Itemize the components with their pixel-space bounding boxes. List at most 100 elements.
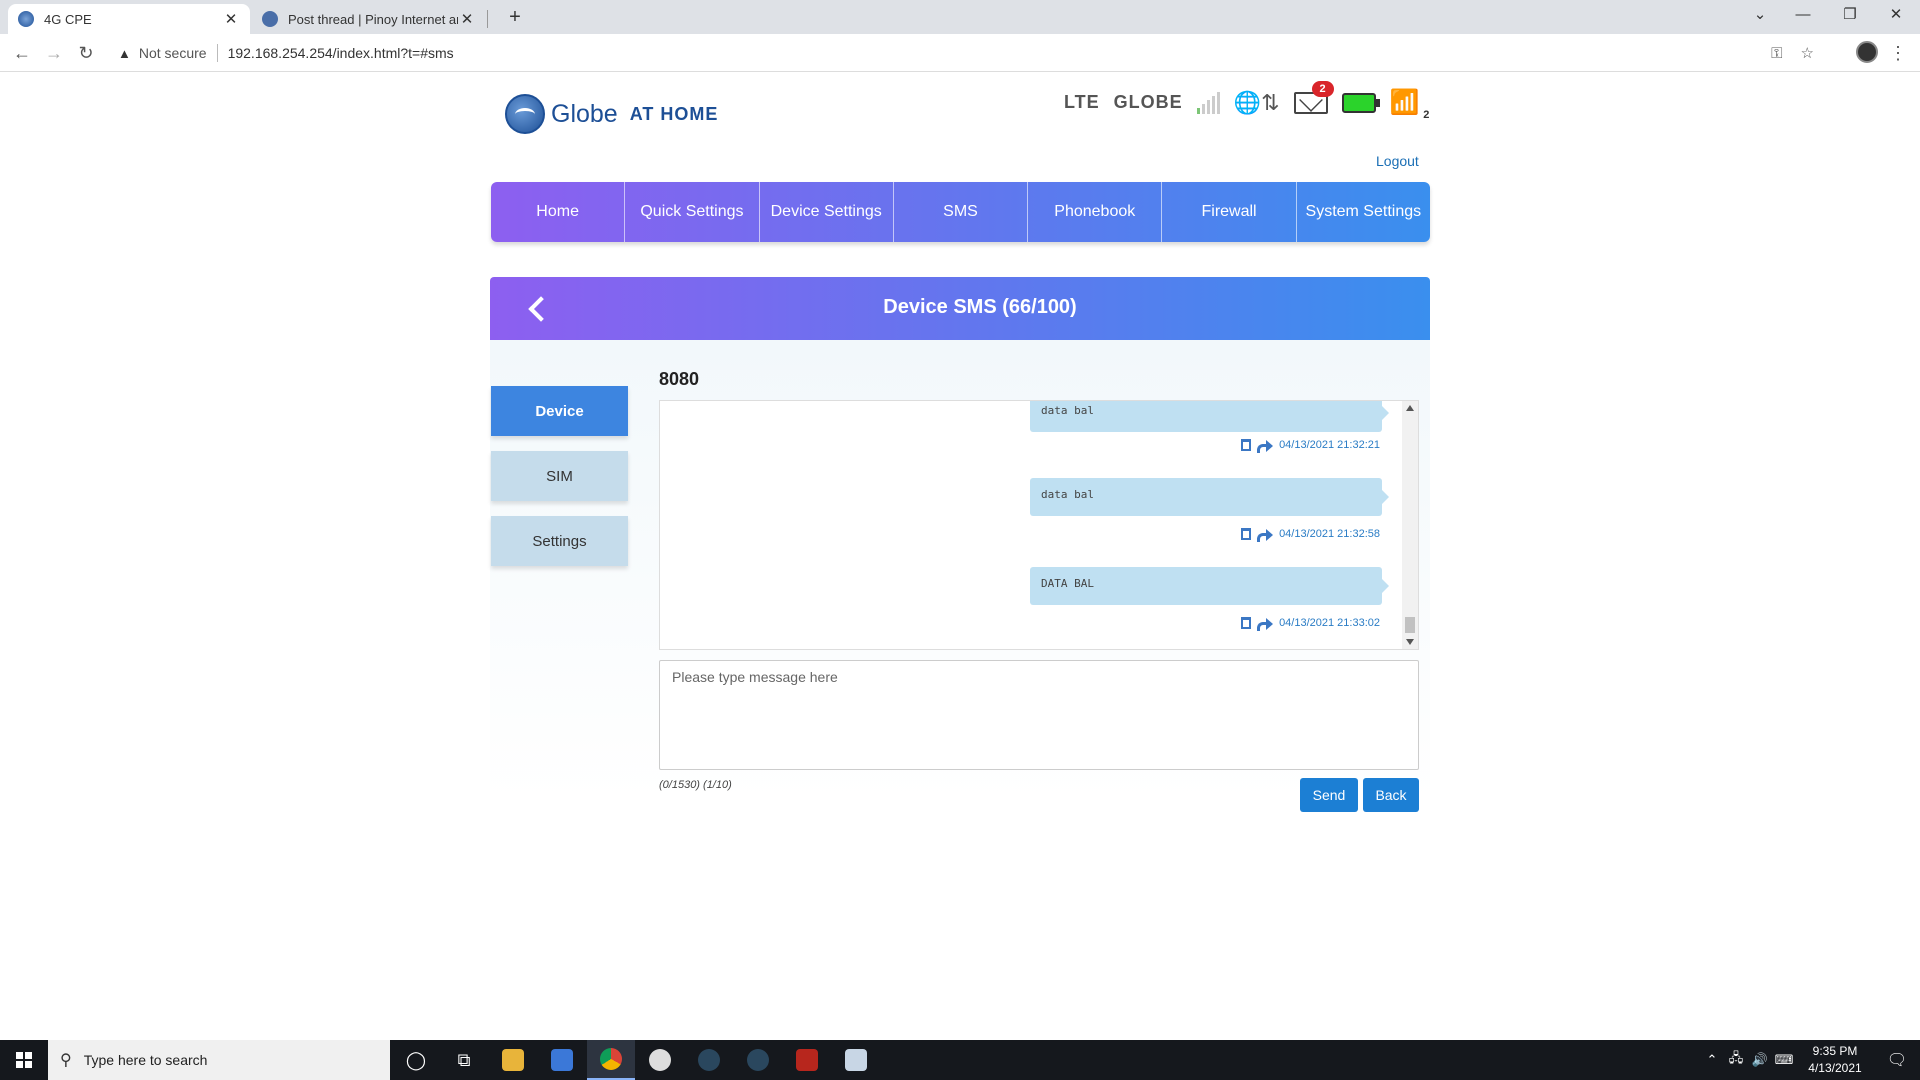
- profile-avatar[interactable]: [1856, 41, 1878, 63]
- chevron-up-icon[interactable]: ⌃: [1700, 1052, 1724, 1068]
- forward-arrow-icon[interactable]: →: [40, 40, 68, 66]
- message-timestamp: 04/13/2021 21:32:58: [1279, 528, 1380, 540]
- cortana-icon[interactable]: ◯: [392, 1040, 440, 1080]
- minimize-icon[interactable]: —: [1780, 0, 1826, 30]
- scroll-up-icon[interactable]: [1406, 405, 1414, 411]
- globe-favicon-icon: [18, 11, 34, 27]
- scroll-down-icon[interactable]: [1406, 639, 1414, 645]
- back-button[interactable]: Back: [1363, 778, 1419, 812]
- network-type: LTE: [1064, 92, 1100, 112]
- keyboard-icon[interactable]: ⌨: [1772, 1052, 1796, 1068]
- app-icon[interactable]: [832, 1040, 880, 1080]
- security-label: Not secure: [138, 45, 207, 61]
- conversation-scrollbar[interactable]: [1402, 401, 1418, 649]
- system-tray: ⌃ 🖧 🔊 ⌨ 9:35 PM 4/13/2021 🗨: [1700, 1040, 1920, 1080]
- new-tab-button[interactable]: +: [500, 4, 530, 30]
- unread-badge: 2: [1311, 80, 1334, 97]
- panel-title: Device SMS (66/100): [883, 296, 1077, 318]
- forward-icon[interactable]: [1257, 618, 1274, 631]
- nav-home[interactable]: Home: [491, 182, 626, 242]
- reload-icon[interactable]: ↻: [72, 40, 100, 66]
- network-icon[interactable]: 🖧: [1724, 1049, 1748, 1071]
- sms-panel-header: Device SMS (66/100): [490, 277, 1430, 340]
- send-button[interactable]: Send: [1300, 778, 1358, 812]
- nav-sms[interactable]: SMS: [894, 182, 1029, 242]
- message-meta: 04/13/2021 21:33:02: [1220, 617, 1380, 631]
- logo-subtext: AT HOME: [629, 103, 719, 124]
- search-placeholder: Type here to search: [83, 1052, 208, 1068]
- signal-strength-icon: [1196, 91, 1220, 114]
- task-view-icon[interactable]: ⧉: [440, 1040, 488, 1080]
- globe-at-home-logo: Globe AT HOME: [505, 94, 718, 134]
- notification-icon[interactable]: 🗨: [1874, 1050, 1920, 1070]
- close-window-icon[interactable]: ✕: [1873, 0, 1919, 30]
- steam-icon[interactable]: [734, 1040, 782, 1080]
- globe-logo-icon: [505, 94, 545, 134]
- main-nav: Home Quick Settings Device Settings SMS …: [491, 182, 1430, 242]
- browser-tab-bar: 4G CPE ✕ Post thread | Pinoy Internet an…: [0, 0, 1920, 34]
- windows-taskbar: ⚲ Type here to search ◯ ⧉ ⌃ 🖧 🔊 ⌨ 9:35 P…: [0, 1040, 1920, 1080]
- restore-icon[interactable]: ❐: [1827, 0, 1873, 30]
- conversation-contact: 8080: [659, 369, 700, 389]
- message-meta: 04/13/2021 21:32:58: [1220, 528, 1380, 542]
- nav-quick-settings[interactable]: Quick Settings: [625, 182, 760, 242]
- status-bar: LTE GLOBE 🌐⇅ 2 📶 2: [1064, 80, 1430, 121]
- wifi-client-count: 2: [1423, 109, 1430, 121]
- message-input[interactable]: [659, 660, 1419, 770]
- clock-date: 4/13/2021: [1808, 1061, 1862, 1075]
- volume-icon[interactable]: 🔊: [1748, 1052, 1772, 1068]
- nav-system-settings[interactable]: System Settings: [1297, 182, 1430, 242]
- start-button[interactable]: [0, 1040, 48, 1080]
- message-bubble: DATA BAL: [1030, 567, 1389, 605]
- url-text: 192.168.254.254/index.html?t=#sms: [227, 45, 454, 61]
- file-explorer-icon[interactable]: [489, 1040, 537, 1080]
- app-icon[interactable]: [538, 1040, 586, 1080]
- chrome-icon[interactable]: [587, 1040, 635, 1080]
- pinoy-favicon-icon: [262, 11, 278, 27]
- tab-post-thread[interactable]: Post thread | Pinoy Internet and T ✕: [252, 4, 486, 34]
- message-meta: 04/13/2021 21:32:21: [1220, 439, 1380, 453]
- taskbar-search[interactable]: ⚲ Type here to search: [48, 1040, 390, 1080]
- star-bookmark-icon[interactable]: ☆: [1801, 44, 1814, 62]
- nav-phonebook[interactable]: Phonebook: [1028, 182, 1163, 242]
- carrier-name: GLOBE: [1113, 92, 1183, 112]
- logo-text: Globe: [551, 99, 618, 128]
- scroll-thumb[interactable]: [1405, 617, 1415, 633]
- steam-icon[interactable]: [685, 1040, 733, 1080]
- logout-link[interactable]: Logout: [1376, 153, 1419, 169]
- tab-title: Post thread | Pinoy Internet and T: [288, 11, 458, 27]
- trash-icon[interactable]: [1241, 617, 1252, 629]
- browser-menu-icon[interactable]: ⋮: [1888, 40, 1908, 66]
- clock[interactable]: 9:35 PM 4/13/2021: [1796, 1043, 1874, 1077]
- trash-icon[interactable]: [1241, 439, 1252, 451]
- nav-device-settings[interactable]: Device Settings: [760, 182, 894, 242]
- side-item-device[interactable]: Device: [491, 386, 628, 436]
- sms-mail-icon[interactable]: 2: [1293, 80, 1334, 114]
- wifi-icon: 📶 2: [1389, 89, 1430, 121]
- conversation-thread[interactable]: data bal 04/13/2021 21:32:21 data bal 04…: [659, 400, 1419, 650]
- side-item-settings[interactable]: Settings: [491, 516, 628, 566]
- forward-icon[interactable]: [1257, 440, 1274, 453]
- key-icon[interactable]: ⚿: [1771, 45, 1782, 62]
- nav-firewall[interactable]: Firewall: [1162, 182, 1297, 242]
- message-bubble: data bal: [1030, 478, 1389, 516]
- message-timestamp: 04/13/2021 21:33:02: [1279, 617, 1380, 629]
- message-bubble: data bal: [1030, 401, 1389, 432]
- internet-connection-icon: 🌐⇅: [1233, 89, 1280, 115]
- tab-4g-cpe[interactable]: 4G CPE ✕: [8, 4, 250, 34]
- tab-search-icon[interactable]: ⌄: [1737, 0, 1783, 30]
- windows-logo-icon: [16, 1052, 32, 1068]
- tab-separator: [487, 10, 488, 28]
- omnibox[interactable]: ▲ Not secure 192.168.254.254/index.html?…: [110, 38, 1820, 68]
- search-icon: ⚲: [60, 1052, 72, 1069]
- close-tab-icon[interactable]: ✕: [222, 10, 240, 28]
- dota-icon[interactable]: [783, 1040, 831, 1080]
- trash-icon[interactable]: [1241, 528, 1252, 540]
- app-icon[interactable]: [636, 1040, 684, 1080]
- back-arrow-icon[interactable]: ←: [8, 40, 36, 66]
- forward-icon[interactable]: [1257, 529, 1274, 542]
- close-tab-icon[interactable]: ✕: [458, 10, 476, 28]
- sms-side-nav: Device SIM Settings: [491, 386, 628, 581]
- side-item-sim[interactable]: SIM: [491, 451, 628, 501]
- tab-title: 4G CPE: [44, 11, 92, 27]
